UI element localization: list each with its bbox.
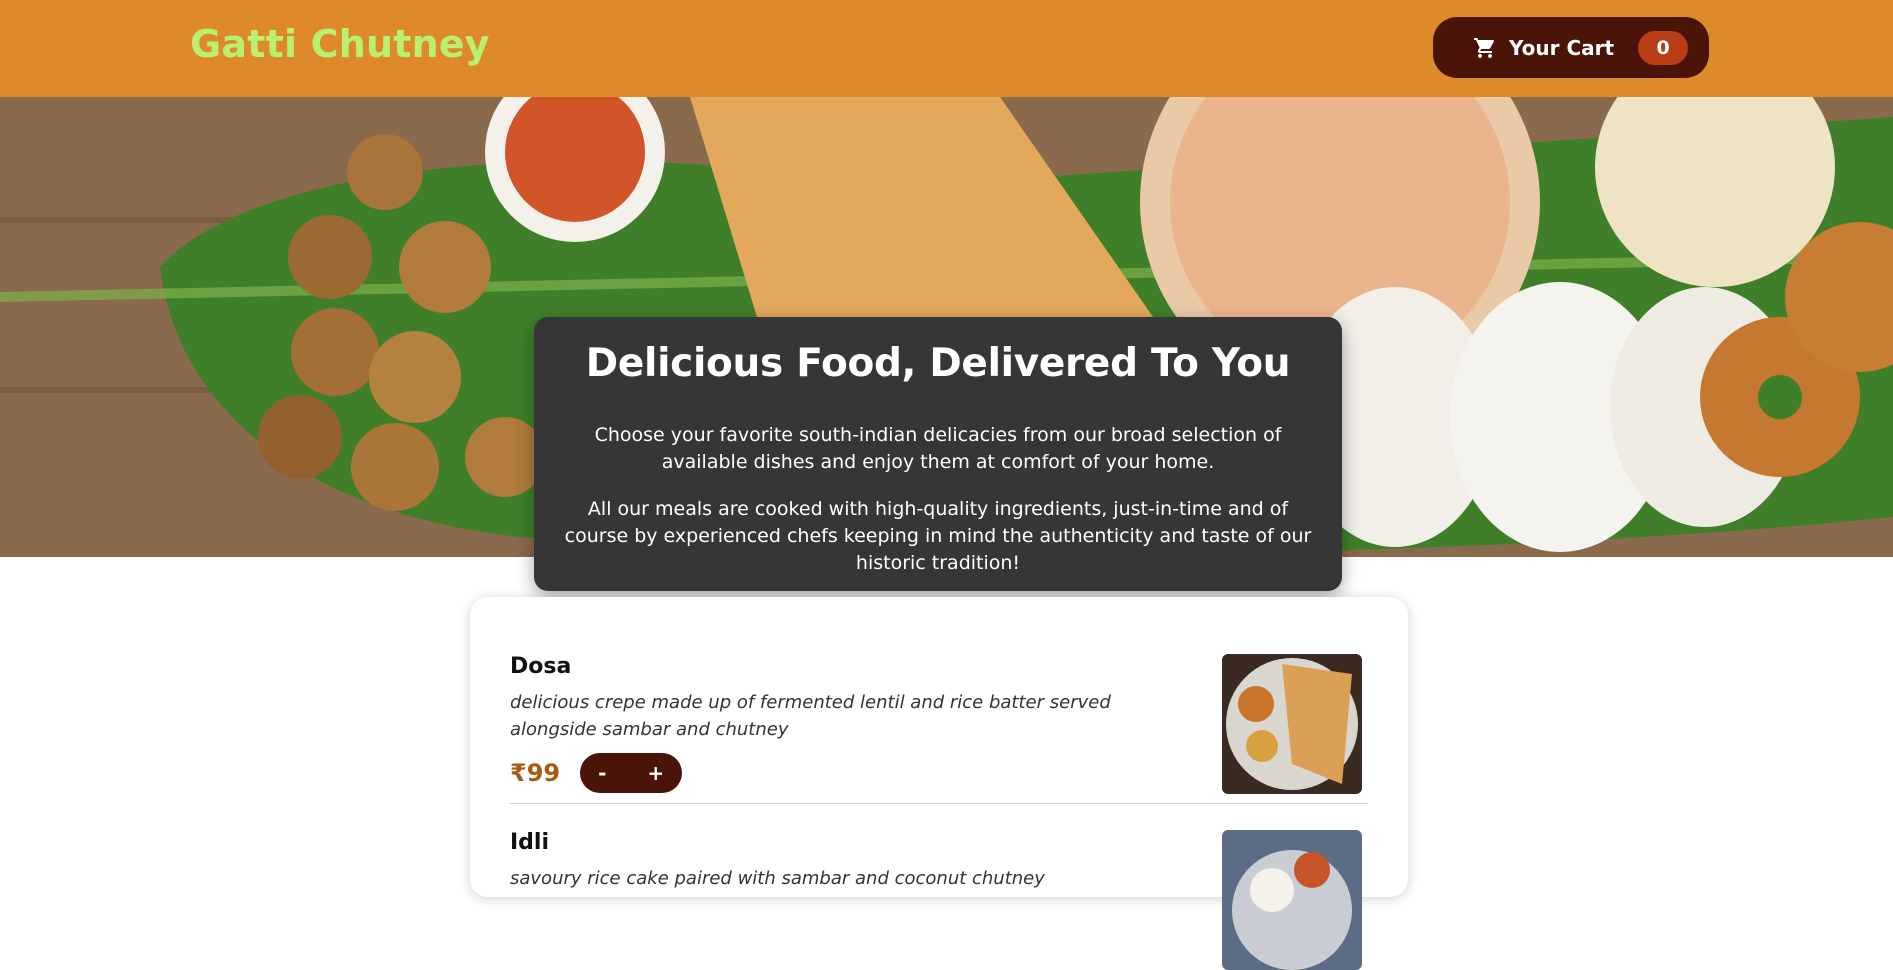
- hero-title: Delicious Food, Delivered To You: [585, 341, 1291, 386]
- brand-logo-text[interactable]: Gatti Chutney: [190, 22, 490, 66]
- cart-count-badge: 0: [1638, 30, 1689, 65]
- idli-image: [1222, 830, 1362, 970]
- hero-summary-card: Delicious Food, Delivered To You Choose …: [534, 317, 1342, 591]
- menu-item: Dosa delicious crepe made up of fermente…: [510, 654, 1368, 804]
- dosa-image: [1222, 654, 1362, 794]
- hero-paragraph-1: Choose your favorite south-indian delica…: [594, 424, 1282, 473]
- item-description: delicious crepe made up of fermented len…: [510, 692, 1111, 740]
- cart-icon: [1474, 37, 1495, 58]
- cart-label: Your Cart: [1509, 35, 1615, 60]
- quantity-stepper: - +: [580, 753, 683, 793]
- menu-item: Idli savoury rice cake paired with samba…: [510, 830, 1368, 970]
- cart-button[interactable]: Your Cart 0: [1433, 17, 1709, 78]
- menu-list-card: Dosa delicious crepe made up of fermente…: [470, 597, 1408, 970]
- hero-paragraph-2: All our meals are cooked with high-quali…: [564, 498, 1312, 574]
- decrement-button[interactable]: -: [598, 761, 606, 785]
- top-header: Gatti Chutney Your Cart 0: [0, 0, 1893, 97]
- item-description: savoury rice cake paired with sambar and…: [510, 868, 1045, 889]
- item-price: ₹99: [510, 759, 561, 787]
- increment-button[interactable]: +: [647, 761, 664, 785]
